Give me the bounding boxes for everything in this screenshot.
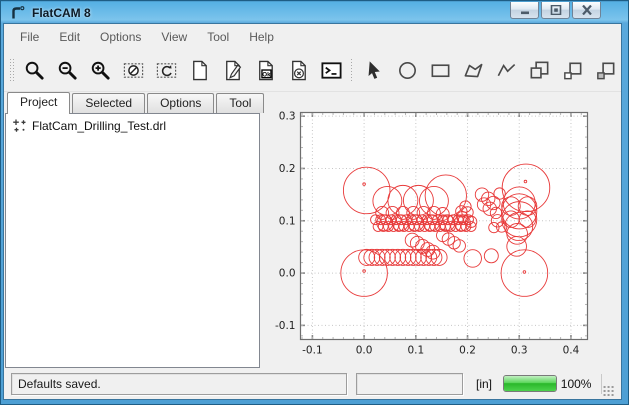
x-tick-label: 0.4 [563,345,580,357]
resize-grip[interactable] [602,384,615,397]
tab-tool[interactable]: Tool [216,93,264,113]
x-tick-label: -0.1 [302,345,323,357]
axes-background [301,113,588,340]
close-icon [581,5,593,15]
menu-file[interactable]: File [10,26,49,48]
flatcam-logo-icon [10,5,26,21]
minimize-icon [519,5,531,15]
replot-button[interactable] [151,55,182,86]
x-tick-label: 0.1 [407,345,424,357]
x-tick-label: 0.0 [356,345,373,357]
add-polygon-button[interactable] [458,55,489,86]
app-window: FlatCAM 8 FileEditOptionsViewToolHelp Ok… [0,0,629,405]
svg-text:Ok: Ok [262,71,271,78]
tab-selected[interactable]: Selected [72,93,145,113]
shell-icon [320,59,343,82]
new-file-button[interactable] [184,55,215,86]
clear-plot-button[interactable] [118,55,149,86]
edit-file-button[interactable] [217,55,248,86]
replot-icon [155,59,178,82]
menu-tool[interactable]: Tool [197,26,239,48]
y-tick-label: 0.1 [279,215,296,227]
copy-objects-icon [528,59,551,82]
progress-fill [504,376,556,391]
add-path-icon [495,59,518,82]
status-message: Defaults saved. [11,373,347,395]
plot-canvas[interactable]: -0.1 0.0 0.1 0.2 0.3 0.4 0.3 0.2 0.1 0.0 -0.1 [262,92,621,368]
progress-percent: 100% [561,377,592,391]
edit-file-icon [221,59,244,82]
toolbar-grip[interactable] [9,58,14,82]
window-controls [510,2,601,19]
y-tick-label: -0.1 [275,320,296,332]
tab-bar: ProjectSelectedOptionsTool [4,92,262,113]
units-label: [in] [472,377,495,391]
cancel-file-icon [287,59,310,82]
tab-options[interactable]: Options [147,93,214,113]
menu-help[interactable]: Help [239,26,284,48]
drill-marks-icon [12,118,27,133]
minimize-button[interactable] [510,2,539,19]
main-area: ProjectSelectedOptionsTool FlatCam_Drill… [4,92,621,368]
add-circle-icon [396,59,419,82]
new-file-icon [188,59,211,82]
cancel-file-button[interactable] [283,55,314,86]
progress-bar [503,375,557,392]
y-tick-label: 0.0 [279,268,296,280]
zoom-fit-icon [23,59,46,82]
menu-bar: FileEditOptionsViewToolHelp [4,24,621,49]
side-panel: ProjectSelectedOptionsTool FlatCam_Drill… [4,92,262,368]
project-tree[interactable]: FlatCam_Drilling_Test.drl [5,113,260,368]
add-rectangle-button[interactable] [425,55,456,86]
shell-button[interactable] [316,55,347,86]
tab-project[interactable]: Project [7,92,70,114]
select-icon [363,59,386,82]
plot-area: -0.1 0.0 0.1 0.2 0.3 0.4 0.3 0.2 0.1 0.0 -0.1 [262,92,621,368]
zoom-in-icon [89,59,112,82]
copy-objects-button[interactable] [524,55,555,86]
window-title: FlatCAM 8 [32,6,91,20]
zoom-out-button[interactable] [52,55,83,86]
y-tick-label: 0.3 [279,111,296,123]
zoom-fit-button[interactable] [19,55,50,86]
status-bar: Defaults saved. [in] 100% [4,368,621,399]
add-polygon-icon [462,59,485,82]
x-tick-label: 0.3 [511,345,528,357]
zoom-out-icon [56,59,79,82]
close-button[interactable] [572,2,601,19]
menu-edit[interactable]: Edit [49,26,90,48]
x-tick-label: 0.2 [459,345,476,357]
tool-bar: Ok [4,49,621,92]
maximize-button[interactable] [541,2,570,19]
client-area: FileEditOptionsViewToolHelp Ok ProjectSe… [4,24,621,399]
tree-item[interactable]: FlatCam_Drilling_Test.drl [6,114,259,135]
add-circle-button[interactable] [392,55,423,86]
add-rectangle-icon [429,59,452,82]
move-objects-button[interactable] [557,55,588,86]
accept-file-button[interactable]: Ok [250,55,281,86]
y-tick-label: 0.2 [279,163,296,175]
select-button[interactable] [359,55,390,86]
move-objects-icon [561,59,584,82]
toolbar-group-1: Ok [19,55,347,86]
menu-options[interactable]: Options [90,26,151,48]
status-secondary-field [356,373,464,395]
duplicate-objects-button[interactable] [590,55,621,86]
duplicate-objects-icon [594,59,617,82]
add-path-button[interactable] [491,55,522,86]
maximize-icon [550,5,562,15]
tree-item-label: FlatCam_Drilling_Test.drl [32,119,166,133]
zoom-in-button[interactable] [85,55,116,86]
accept-file-icon: Ok [254,59,277,82]
toolbar-grip[interactable] [350,58,355,82]
menu-view[interactable]: View [151,26,197,48]
clear-plot-icon [122,59,145,82]
toolbar-group-2 [359,55,621,86]
title-bar[interactable]: FlatCAM 8 [4,2,621,24]
